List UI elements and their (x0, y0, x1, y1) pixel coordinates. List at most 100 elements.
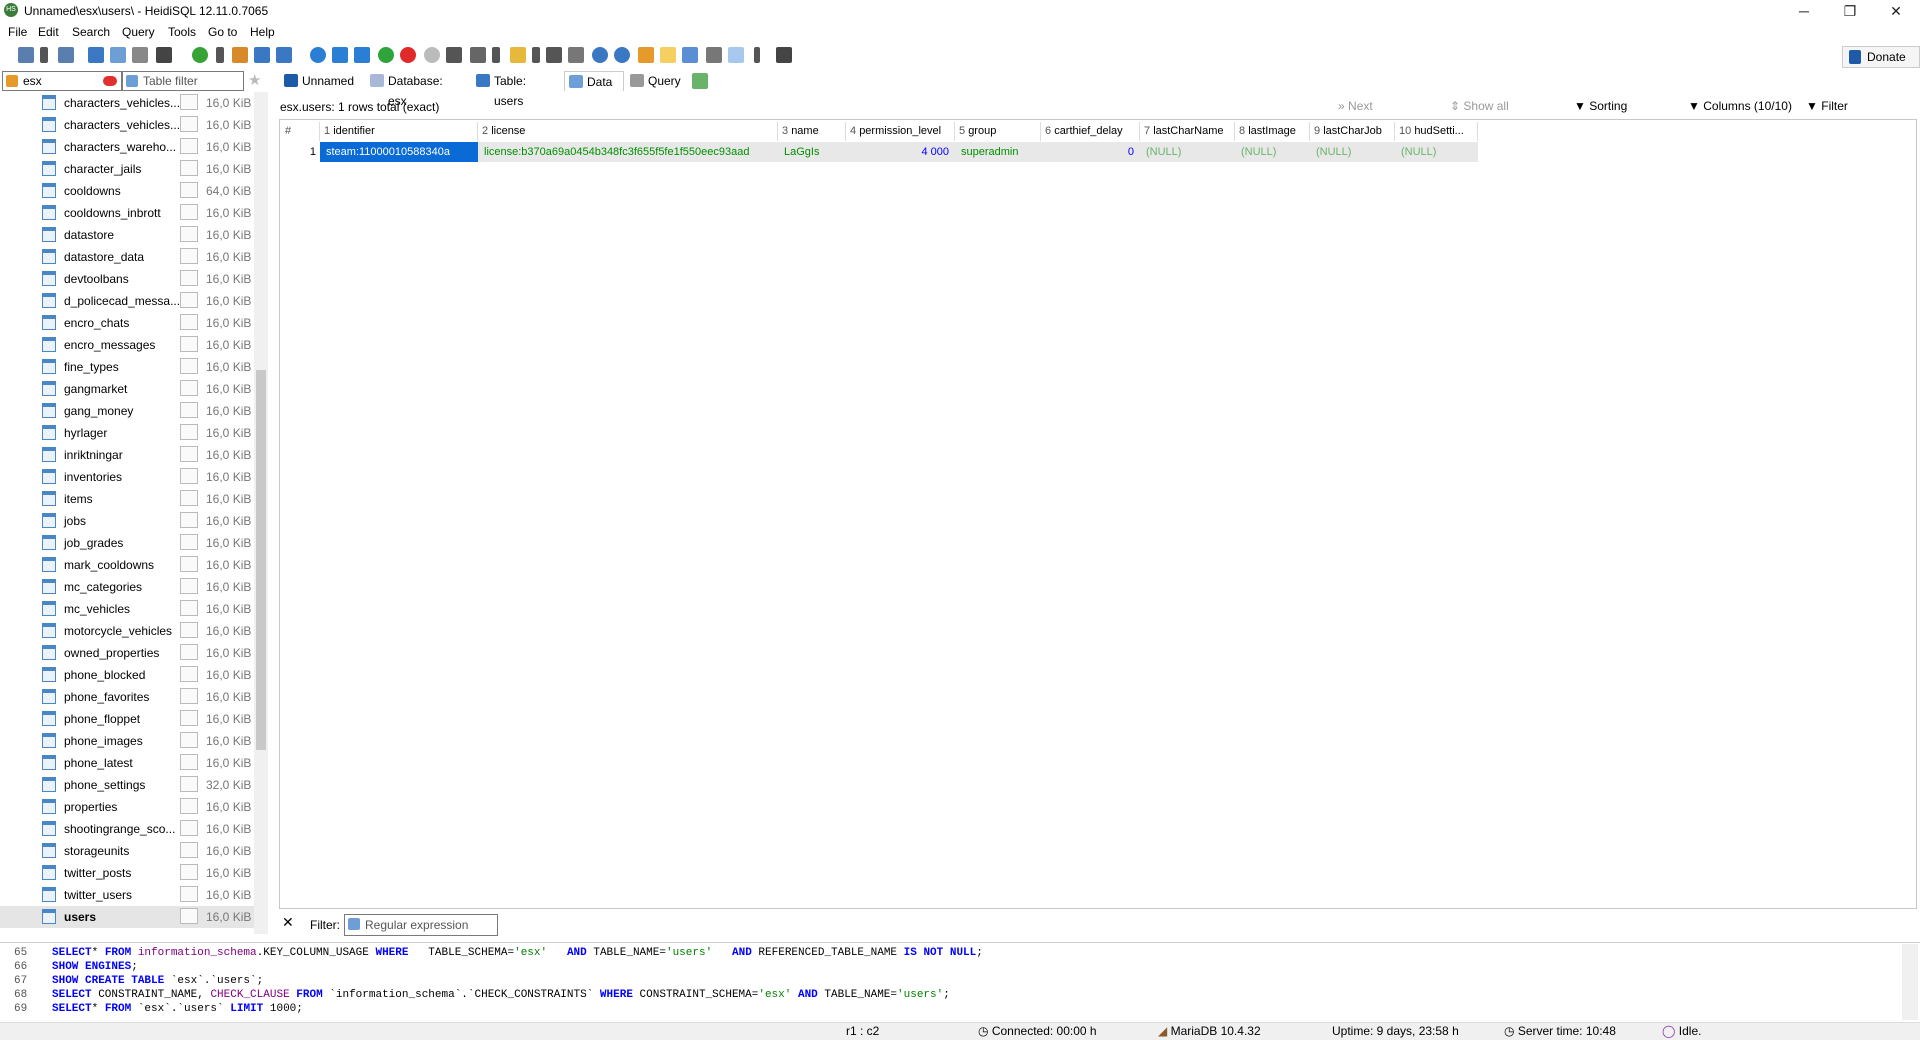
binary-mode-icon[interactable] (682, 47, 698, 63)
column-header[interactable]: 5 group (955, 122, 1041, 141)
last-record-icon[interactable] (354, 47, 370, 63)
copy-icon[interactable] (88, 47, 104, 63)
replace-icon[interactable] (614, 47, 630, 63)
menu-help[interactable]: Help (250, 25, 275, 39)
tree-item[interactable]: characters_wareho... 16,0 KiB (0, 136, 254, 158)
tree-item[interactable]: devtoolbans 16,0 KiB (0, 268, 254, 290)
tree-item[interactable]: cooldowns 64,0 KiB (0, 180, 254, 202)
tab-unnamed[interactable]: Unnamed (280, 71, 364, 91)
tree-item[interactable]: fine_types 16,0 KiB (0, 356, 254, 378)
tree-item[interactable]: jobs 16,0 KiB (0, 510, 254, 532)
tree-item[interactable]: d_policecad_messa... 16,0 KiB (0, 290, 254, 312)
table-filter-input[interactable]: Table filter (122, 71, 244, 91)
filter-button[interactable]: ▼ Filter (1806, 99, 1848, 113)
help-icon[interactable] (310, 47, 326, 63)
tree-item[interactable]: gangmarket 16,0 KiB (0, 378, 254, 400)
columns-button[interactable]: ▼ Columns (10/10) (1688, 99, 1792, 113)
tree-item[interactable]: twitter_users 16,0 KiB (0, 884, 254, 906)
tree-item[interactable]: encro_messages 16,0 KiB (0, 334, 254, 356)
tree-item[interactable]: mc_categories 16,0 KiB (0, 576, 254, 598)
new-query-tab-icon[interactable] (692, 73, 708, 89)
tree-item[interactable]: mark_cooldowns 16,0 KiB (0, 554, 254, 576)
column-header[interactable]: 1 identifier (320, 122, 478, 141)
database-tree[interactable]: characters_vehicles... 16,0 KiB characters… (0, 92, 254, 934)
format-sql-icon[interactable] (638, 47, 654, 63)
column-header[interactable]: 2 license (478, 122, 778, 141)
execute-icon[interactable] (470, 47, 486, 63)
column-header[interactable]: 4 permission_level (846, 122, 955, 141)
refresh-dropdown-icon[interactable] (216, 47, 224, 63)
cell-lastCharJob[interactable]: (NULL) (1310, 142, 1395, 162)
cell-lastCharName[interactable]: (NULL) (1140, 142, 1235, 162)
menu-search[interactable]: Search (72, 25, 110, 39)
tree-item[interactable]: storageunits 16,0 KiB (0, 840, 254, 862)
tree-item[interactable]: characters_vehicles... 16,0 KiB (0, 92, 254, 114)
clear-filter-icon[interactable] (103, 76, 117, 86)
more-options-icon[interactable] (754, 47, 760, 63)
tree-item[interactable]: mc_vehicles 16,0 KiB (0, 598, 254, 620)
tree-item[interactable]: job_grades 16,0 KiB (0, 532, 254, 554)
tree-item[interactable]: phone_images 16,0 KiB (0, 730, 254, 752)
tree-item[interactable]: character_jails 16,0 KiB (0, 158, 254, 180)
menu-query[interactable]: Query (122, 25, 155, 39)
column-header[interactable]: 3 name (778, 122, 846, 141)
tree-item[interactable]: phone_blocked 16,0 KiB (0, 664, 254, 686)
user-manager-icon[interactable] (232, 47, 248, 63)
tree-item[interactable]: datastore 16,0 KiB (0, 224, 254, 246)
cell-num[interactable]: 1 (281, 142, 320, 162)
tab-data[interactable]: Data (564, 71, 624, 91)
column-header[interactable]: 8 lastImage (1235, 122, 1310, 141)
menu-tools[interactable]: Tools (168, 25, 196, 39)
tree-item[interactable]: characters_vehicles... 16,0 KiB (0, 114, 254, 136)
column-header[interactable]: 9 lastCharJob (1310, 122, 1395, 141)
wrap-lines-icon[interactable] (706, 47, 722, 63)
cell-name[interactable]: LaGgIs (778, 142, 846, 162)
export-icon[interactable] (276, 47, 292, 63)
import-icon[interactable] (254, 47, 270, 63)
refresh-icon[interactable] (192, 47, 208, 63)
sorting-button[interactable]: ▼ Sorting (1574, 99, 1627, 113)
tree-item[interactable]: items 16,0 KiB (0, 488, 254, 510)
sync-icon[interactable] (728, 47, 744, 63)
cell-group[interactable]: superadmin (955, 142, 1041, 162)
tree-item[interactable]: users 16,0 KiB (0, 906, 254, 928)
column-header[interactable]: 10 hudSetti... (1395, 122, 1478, 141)
close-filter-icon[interactable]: ✕ (282, 914, 294, 931)
tree-item[interactable]: phone_favorites 16,0 KiB (0, 686, 254, 708)
tree-item[interactable]: datastore_data 16,0 KiB (0, 246, 254, 268)
tree-item[interactable]: phone_latest 16,0 KiB (0, 752, 254, 774)
post-record-icon[interactable] (424, 47, 440, 63)
paste-icon[interactable] (110, 47, 126, 63)
tree-item[interactable]: twitter_posts 16,0 KiB (0, 862, 254, 884)
cancel-edit-icon[interactable] (446, 47, 462, 63)
delete-record-icon[interactable] (400, 47, 416, 63)
tree-item[interactable]: motorcycle_vehicles 16,0 KiB (0, 620, 254, 642)
connect-icon[interactable] (18, 47, 34, 63)
connect-dropdown-icon[interactable] (40, 47, 48, 63)
tree-item[interactable]: encro_chats 16,0 KiB (0, 312, 254, 334)
column-header[interactable]: # (281, 122, 320, 141)
data-grid[interactable] (279, 119, 1917, 909)
tab-table[interactable]: Table: users (472, 71, 562, 108)
cell-hudSettings[interactable]: (NULL) (1395, 142, 1478, 162)
log-scrollbar[interactable] (1902, 944, 1918, 1020)
cell-carthief_delay[interactable]: 0 (1041, 142, 1140, 162)
save-snippet-icon[interactable] (568, 47, 584, 63)
add-record-icon[interactable] (378, 47, 394, 63)
tree-item[interactable]: gang_money 16,0 KiB (0, 400, 254, 422)
tree-item[interactable]: phone_settings 32,0 KiB (0, 774, 254, 796)
restore-button[interactable]: ❐ (1827, 0, 1873, 22)
save-icon[interactable] (546, 47, 562, 63)
tree-item[interactable]: phone_floppet 16,0 KiB (0, 708, 254, 730)
menu-go-to[interactable]: Go to (208, 25, 237, 39)
tree-item[interactable]: shootingrange_sco... 16,0 KiB (0, 818, 254, 840)
grid-filter-input[interactable]: Regular expression (344, 914, 498, 936)
sql-log[interactable]: 65 SELECT* FROM information_schema.KEY_CO… (0, 942, 1920, 1021)
tree-item[interactable]: properties 16,0 KiB (0, 796, 254, 818)
disconnect-icon[interactable] (58, 47, 74, 63)
show-all-button[interactable]: ⇕ Show all (1450, 99, 1509, 113)
close-button[interactable]: ✕ (1873, 0, 1919, 22)
tab-query[interactable]: Query (626, 71, 688, 91)
open-file-icon[interactable] (510, 47, 526, 63)
open-file-dropdown-icon[interactable] (532, 47, 540, 63)
